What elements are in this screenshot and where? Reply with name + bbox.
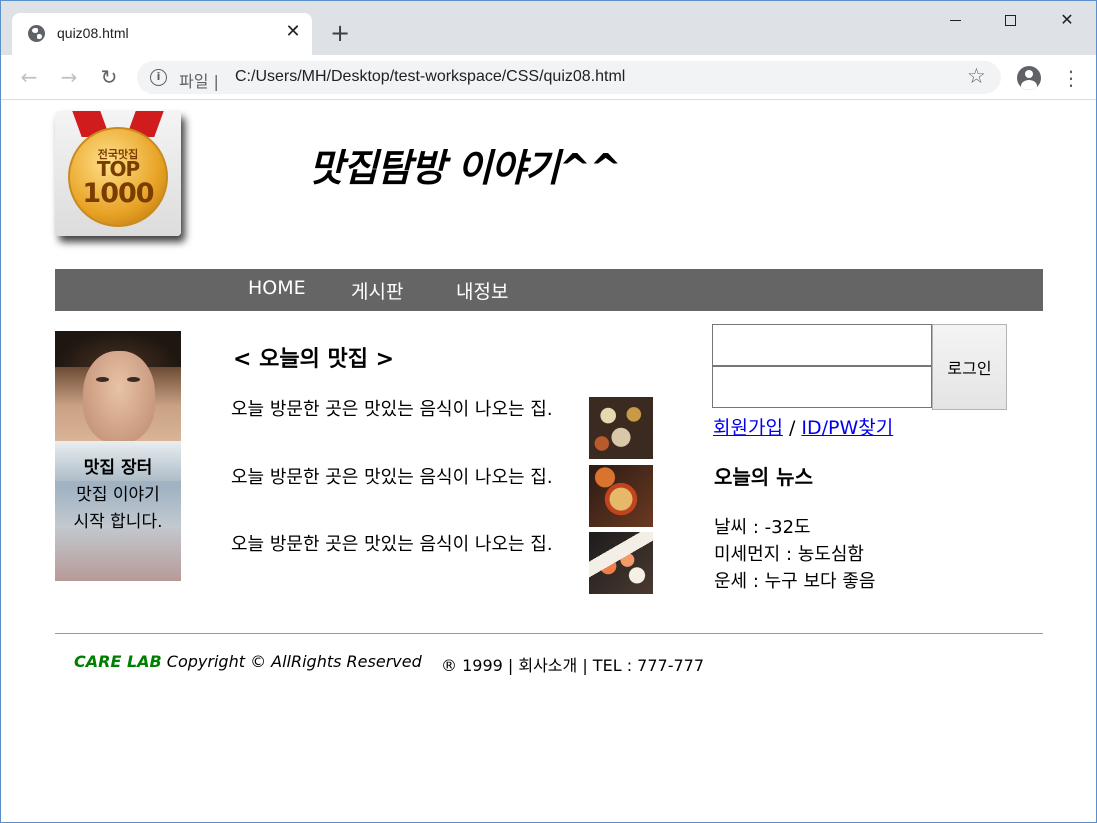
site-logo[interactable]: 전국맛집 TOP 1000 [55, 111, 181, 236]
side-banner[interactable]: 맛집 장터 맛집 이야기 시작 합니다. [55, 331, 181, 581]
section-heading: < 오늘의 맛집 > [233, 347, 395, 372]
browser-window: quiz08.html ✕ + ✕ ← → ↻ i 파일 | C:/Users/… [0, 0, 1097, 823]
scheme-label: 파일 | [179, 72, 219, 91]
login-form: 로그인 [712, 324, 1007, 410]
link-separator: / [782, 417, 802, 439]
url-text[interactable]: C:/Users/MH/Desktop/test-workspace/CSS/q… [235, 68, 625, 86]
news-title: 오늘의 뉴스 [714, 465, 813, 489]
list-item: 오늘 방문한 곳은 맛있는 음식이 나오는 집. [231, 532, 655, 595]
signup-link[interactable]: 회원가입 [713, 417, 783, 439]
footer-info: ® 1999 | 회사소개 | TEL : 777-777 [441, 656, 705, 675]
banner-caption-line: 맛집 이야기 [76, 485, 160, 505]
find-idpw-link[interactable]: ID/PW찾기 [801, 417, 893, 439]
browser-toolbar: ← → ↻ i 파일 | C:/Users/MH/Desktop/test-wo… [1, 55, 1096, 100]
banner-photo-eye [127, 377, 140, 382]
page-content: 전국맛집 TOP 1000 맛집탐방 이야기^^ HOME 게시판 내정보 맛집… [1, 101, 1096, 822]
account-icon[interactable] [1017, 66, 1041, 90]
news-row: 미세먼지 : 농도심함 [714, 544, 864, 565]
tab-title: quiz08.html [57, 25, 129, 41]
back-button[interactable]: ← [15, 63, 43, 91]
reload-button[interactable]: ↻ [95, 63, 123, 91]
close-window-button[interactable]: ✕ [1044, 5, 1090, 35]
footer: CARE LAB Copyright © AllRights Reserved … [74, 652, 704, 675]
food-thumbnail [589, 532, 653, 594]
nav-item-myinfo[interactable]: 내정보 [456, 277, 508, 304]
globe-icon [28, 25, 45, 42]
maximize-icon [1004, 15, 1016, 26]
bookmark-star-icon[interactable]: ☆ [967, 64, 986, 88]
login-button[interactable]: 로그인 [932, 324, 1007, 410]
more-menu-icon[interactable]: ⋮ [1061, 65, 1081, 91]
main-nav: HOME 게시판 내정보 [55, 269, 1043, 311]
address-bar[interactable]: i 파일 | C:/Users/MH/Desktop/test-workspac… [137, 61, 1001, 94]
forward-button[interactable]: → [55, 63, 83, 91]
list-item: 오늘 방문한 곳은 맛있는 음식이 나오는 집. [231, 465, 655, 528]
today-news: 오늘의 뉴스 날씨 : -32도 미세먼지 : 농도심함 운세 : 누구 보다 … [714, 461, 1014, 592]
id-input[interactable] [712, 324, 932, 366]
site-title: 맛집탐방 이야기^^ [309, 146, 622, 190]
banner-caption-title: 맛집 장터 [83, 458, 153, 478]
nav-item-home[interactable]: HOME [248, 277, 306, 299]
browser-tab[interactable]: quiz08.html ✕ [12, 13, 312, 55]
news-row: 날씨 : -32도 [714, 517, 811, 538]
medal-icon: 전국맛집 TOP 1000 [68, 127, 168, 227]
banner-caption: 맛집 장터 맛집 이야기 시작 합니다. [55, 455, 181, 536]
food-thumbnail [589, 465, 653, 527]
list-item: 오늘 방문한 곳은 맛있는 음식이 나오는 집. [231, 397, 655, 460]
nav-item-board[interactable]: 게시판 [351, 277, 403, 304]
item-text: 오늘 방문한 곳은 맛있는 음식이 나오는 집. [231, 534, 553, 555]
password-input[interactable] [712, 366, 932, 408]
minimize-button[interactable] [932, 5, 978, 35]
food-thumbnail [589, 397, 653, 459]
logo-line3: 1000 [82, 178, 154, 209]
banner-caption-line: 시작 합니다. [73, 512, 163, 532]
banner-photo-eye [96, 377, 109, 382]
maximize-button[interactable] [987, 5, 1033, 35]
footer-copyright: Copyright © AllRights Reserved [161, 652, 422, 671]
minimize-icon [949, 20, 961, 21]
item-text: 오늘 방문한 곳은 맛있는 음식이 나오는 집. [231, 467, 553, 488]
news-row: 운세 : 누구 보다 좋음 [714, 571, 876, 592]
footer-divider [55, 633, 1043, 634]
info-icon[interactable]: i [150, 69, 167, 86]
account-links: 회원가입 / ID/PW찾기 [713, 413, 893, 440]
tab-strip: quiz08.html ✕ + ✕ [1, 1, 1096, 55]
footer-brand: CARE LAB [74, 652, 162, 671]
banner-photo-face [83, 351, 155, 443]
close-tab-icon[interactable]: ✕ [282, 21, 304, 43]
new-tab-button[interactable]: + [327, 20, 353, 46]
item-text: 오늘 방문한 곳은 맛있는 음식이 나오는 집. [231, 399, 553, 420]
